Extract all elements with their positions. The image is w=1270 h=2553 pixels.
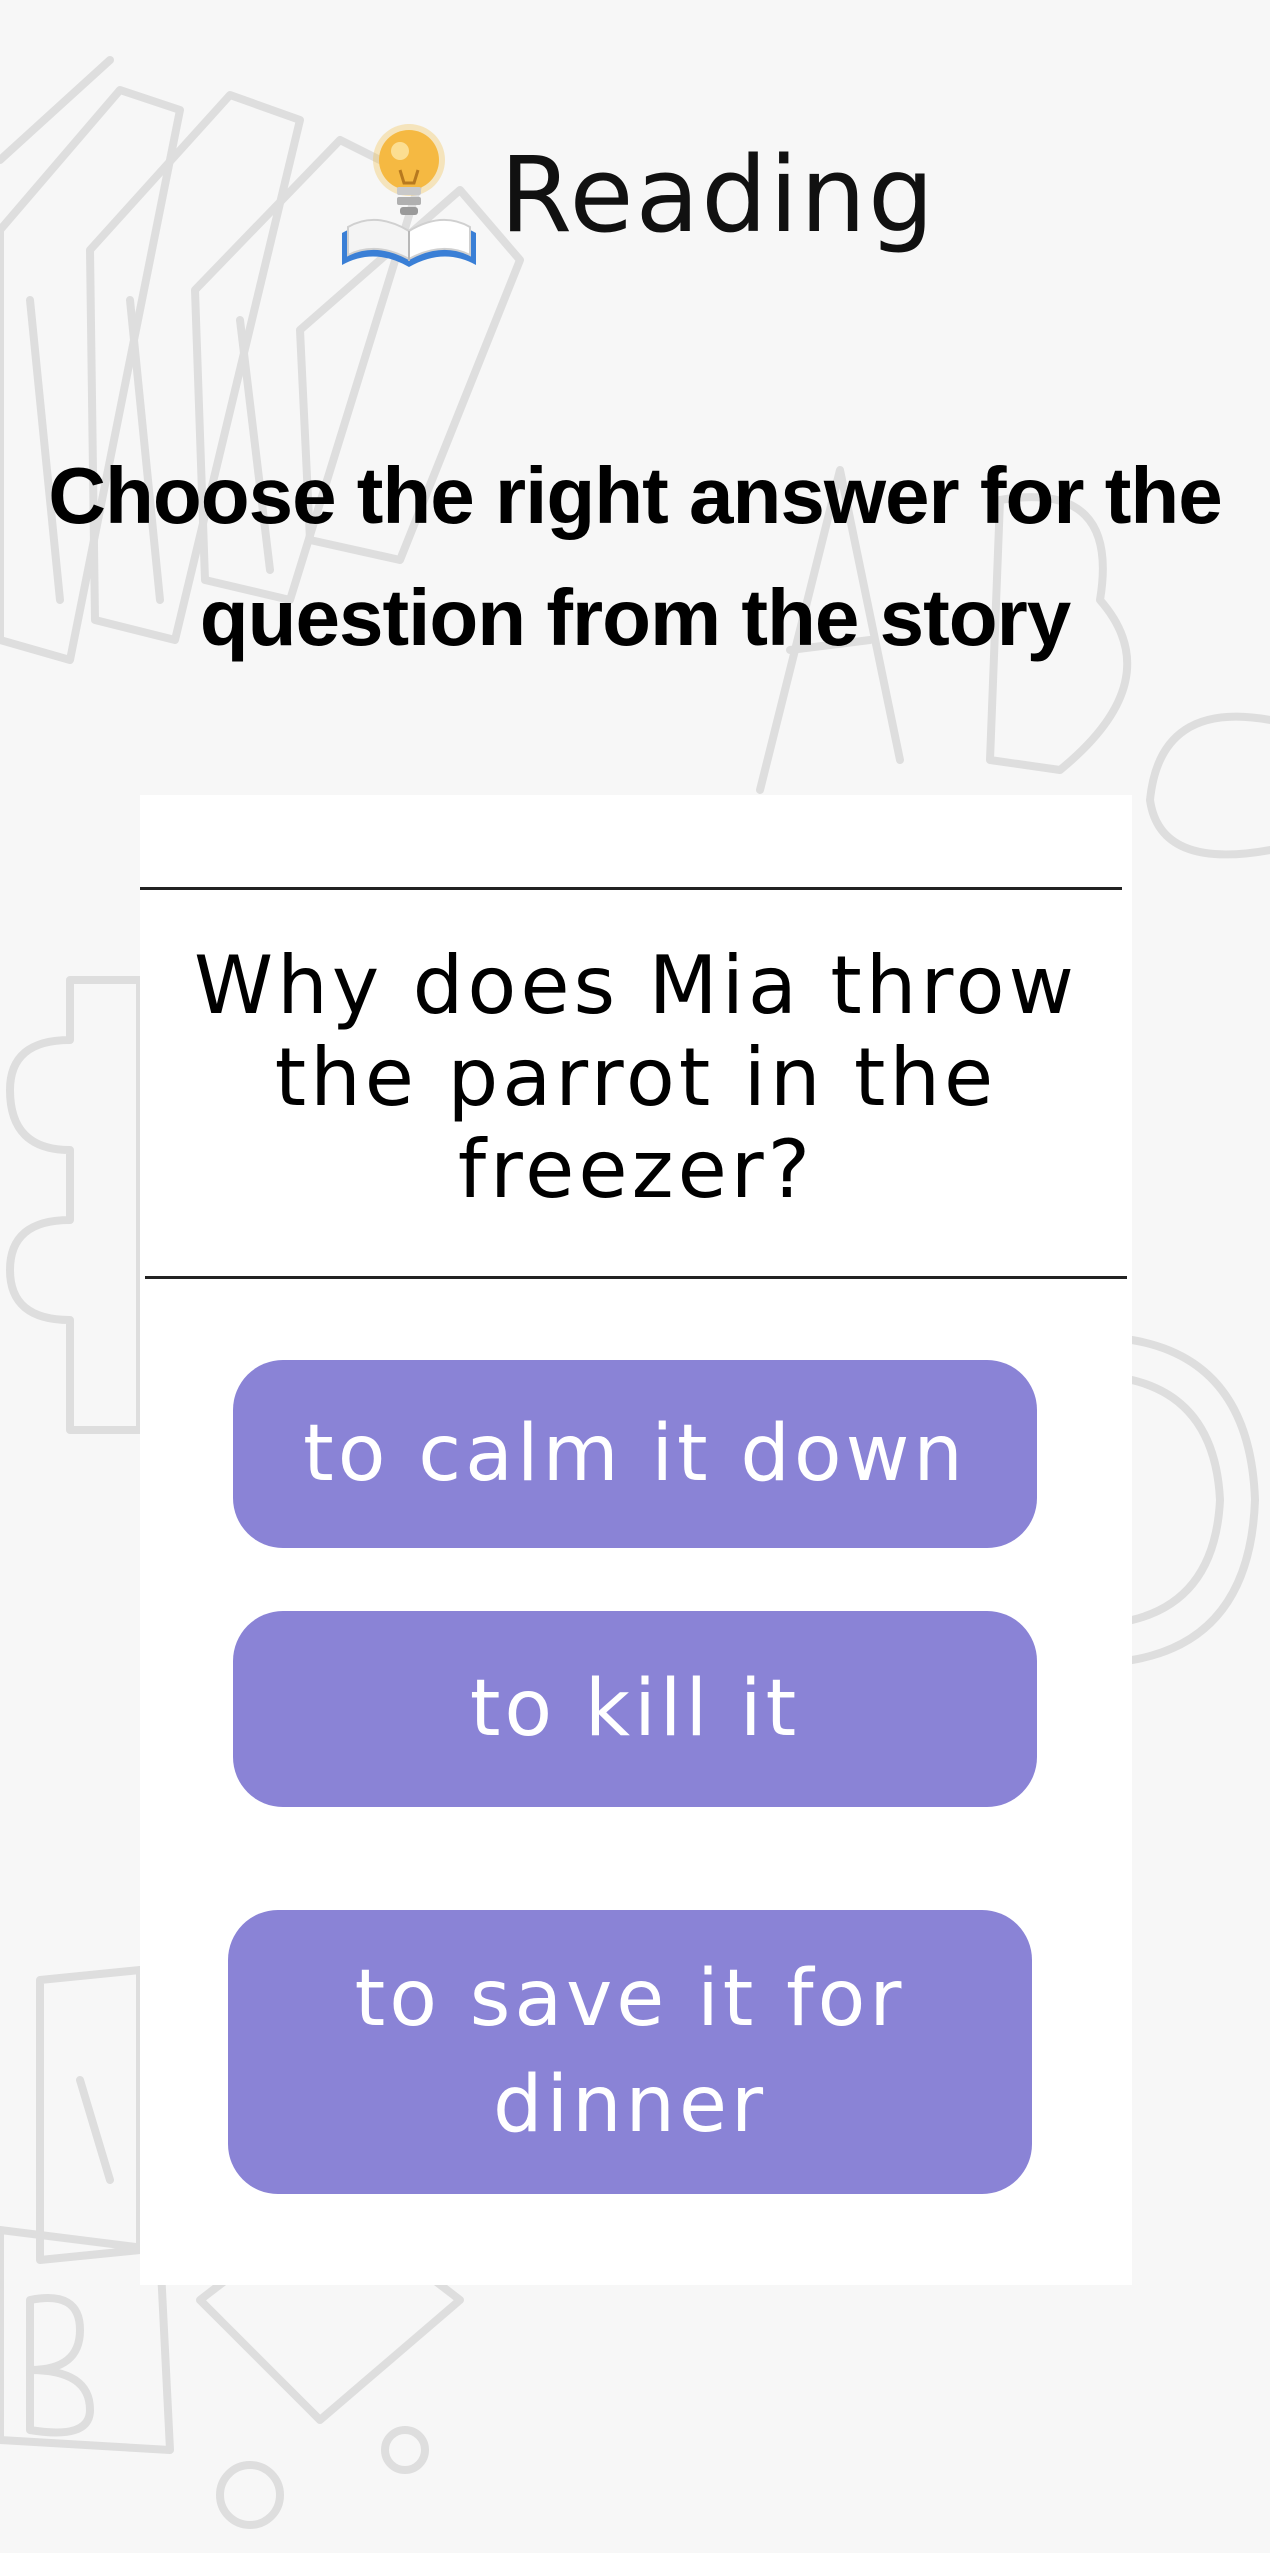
answer-button-2[interactable]: to kill it (233, 1611, 1037, 1807)
circle-doodle (1128, 1336, 1259, 1664)
answer-label: to kill it (469, 1664, 801, 1754)
answer-label: to save it for dinner (354, 1954, 906, 2150)
page-title: Reading (499, 134, 937, 256)
answer-button-1[interactable]: to calm it down (233, 1360, 1037, 1548)
divider-bottom (145, 1276, 1127, 1279)
puzzle-doodle (6, 976, 144, 1434)
book-lightbulb-icon (341, 124, 476, 267)
question-text: Why does Mia throw the parrot in the fre… (194, 939, 1078, 1216)
answer-button-3[interactable]: to save it for dinner (228, 1910, 1032, 2194)
answer-label: to calm it down (303, 1409, 967, 1499)
question-card: Why does Mia throw the parrot in the fre… (140, 795, 1132, 2285)
instruction-text: Choose the right answer for the question… (48, 451, 1223, 662)
app-header: Reading (0, 110, 1270, 280)
divider-top (140, 887, 1122, 890)
